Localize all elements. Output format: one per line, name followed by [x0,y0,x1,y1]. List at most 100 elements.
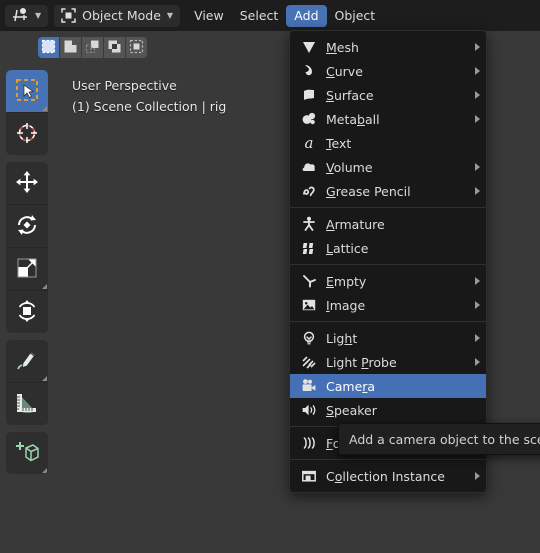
select-subtract-icon [85,39,100,57]
camera-icon [298,378,320,394]
text-a-icon: a [304,133,314,152]
menu-item-mesh[interactable]: Mesh [290,35,486,59]
empty-axis-icon [298,273,320,289]
submenu-arrow-icon [475,187,480,195]
collection-instance-icon [298,468,320,484]
select-mode-set[interactable] [38,37,59,58]
lattice-icon [298,240,320,256]
tool-select-box[interactable] [6,70,48,113]
select-mode-invert[interactable] [104,37,125,58]
tool-add-cube[interactable] [6,432,48,474]
menu-item-text[interactable]: a Text [290,131,486,155]
chevron-down-icon: ▼ [166,10,174,20]
tool-rotate[interactable] [6,205,48,248]
tool-annotate[interactable] [6,340,48,383]
menu-item-empty[interactable]: Empty [290,269,486,293]
select-mode-subtract[interactable] [82,37,103,58]
tool-measure[interactable] [6,383,48,425]
menu-item-light-probe[interactable]: Light Probe [290,350,486,374]
select-box-icon [14,77,40,106]
tool-expand-corner-icon [42,106,47,111]
menu-add[interactable]: Add [286,4,327,27]
submenu-arrow-icon [475,472,480,480]
menu-item-speaker[interactable]: Speaker [290,398,486,422]
force-field-icon [298,435,320,451]
light-probe-icon [298,354,320,370]
menu-item-label: Light Probe [326,354,397,370]
submenu-arrow-icon [475,67,480,75]
submenu-arrow-icon [475,115,480,123]
menu-separator [290,459,486,460]
submenu-arrow-icon [475,43,480,51]
menu-item-label: Metaball [326,111,380,127]
menu-item-label: Lattice [326,240,369,256]
tool-scale[interactable] [6,248,48,291]
tooltip-text: Add a camera object to the scene [349,431,540,447]
grease-pencil-icon [298,183,320,199]
menu-item-label: Mesh [326,39,359,55]
menu-item-label: Volume [326,159,373,175]
select-invert-icon [107,39,122,57]
tool-move[interactable] [6,162,48,205]
chevron-down-icon: ▼ [35,10,42,20]
submenu-arrow-icon [475,301,480,309]
menu-select[interactable]: Select [232,5,287,27]
tool-transform[interactable] [6,291,48,333]
image-icon [298,297,320,313]
menu-item-armature[interactable]: Armature [290,212,486,236]
menu-item-image[interactable]: Image [290,293,486,317]
volume-cloud-icon [298,159,320,175]
submenu-arrow-icon [475,277,480,285]
menu-separator [290,207,486,208]
toolbar-group-add [6,432,48,474]
menu-item-label: Curve [326,63,363,79]
submenu-arrow-icon [475,163,480,171]
transform-icon [14,298,40,327]
viewport-header: ▼ Object Mode ▼ View Select Add Object [0,0,540,31]
object-mode-icon [61,8,76,23]
object-mode-selector[interactable]: Object Mode ▼ [54,4,181,27]
editor-type-selector[interactable]: ▼ [5,4,49,27]
add-cube-icon [14,439,40,468]
select-mode-extend[interactable] [60,37,81,58]
tool-expand-corner-icon [42,284,47,289]
curve-icon [298,63,320,79]
tool-cursor[interactable] [6,113,48,155]
menu-object[interactable]: Object [327,5,384,27]
menu-item-surface[interactable]: Surface [290,83,486,107]
menu-item-camera[interactable]: Camera [290,374,486,398]
submenu-arrow-icon [475,91,480,99]
cursor-3d-icon [14,120,40,149]
move-icon [14,169,40,198]
menu-view[interactable]: View [186,5,232,27]
select-mode-intersect[interactable] [126,37,147,58]
menu-item-grease-pencil[interactable]: Grease Pencil [290,179,486,203]
menu-item-curve[interactable]: Curve [290,59,486,83]
object-mode-label: Object Mode [82,8,161,23]
camera-tooltip: Add a camera object to the scene [338,423,540,455]
menu-item-label: Light [326,330,358,346]
annotate-pencil-icon [14,347,40,376]
armature-icon [298,216,320,232]
menu-item-label: Grease Pencil [326,183,411,199]
scale-icon [14,255,40,284]
tool-expand-corner-icon [42,468,47,473]
toolbar-group-transform [6,162,48,333]
surface-icon [298,87,320,103]
menu-item-label: Camera [326,378,376,394]
tool-expand-corner-icon [42,376,47,381]
rotate-icon [14,212,40,241]
select-intersect-icon [129,39,144,57]
menu-item-label: Armature [326,216,385,232]
menu-item-label: Surface [326,87,374,103]
menu-item-metaball[interactable]: Metaball [290,107,486,131]
menu-item-light[interactable]: Light [290,326,486,350]
menu-item-label: Collection Instance [326,468,445,484]
menu-item-volume[interactable]: Volume [290,155,486,179]
metaball-icon [298,111,320,127]
select-mode-toolbar [38,37,147,58]
submenu-arrow-icon [475,334,480,342]
menu-item-lattice[interactable]: Lattice [290,236,486,260]
menu-item-collection-instance[interactable]: Collection Instance [290,464,486,488]
editor-type-3d-viewport-icon [12,7,29,25]
